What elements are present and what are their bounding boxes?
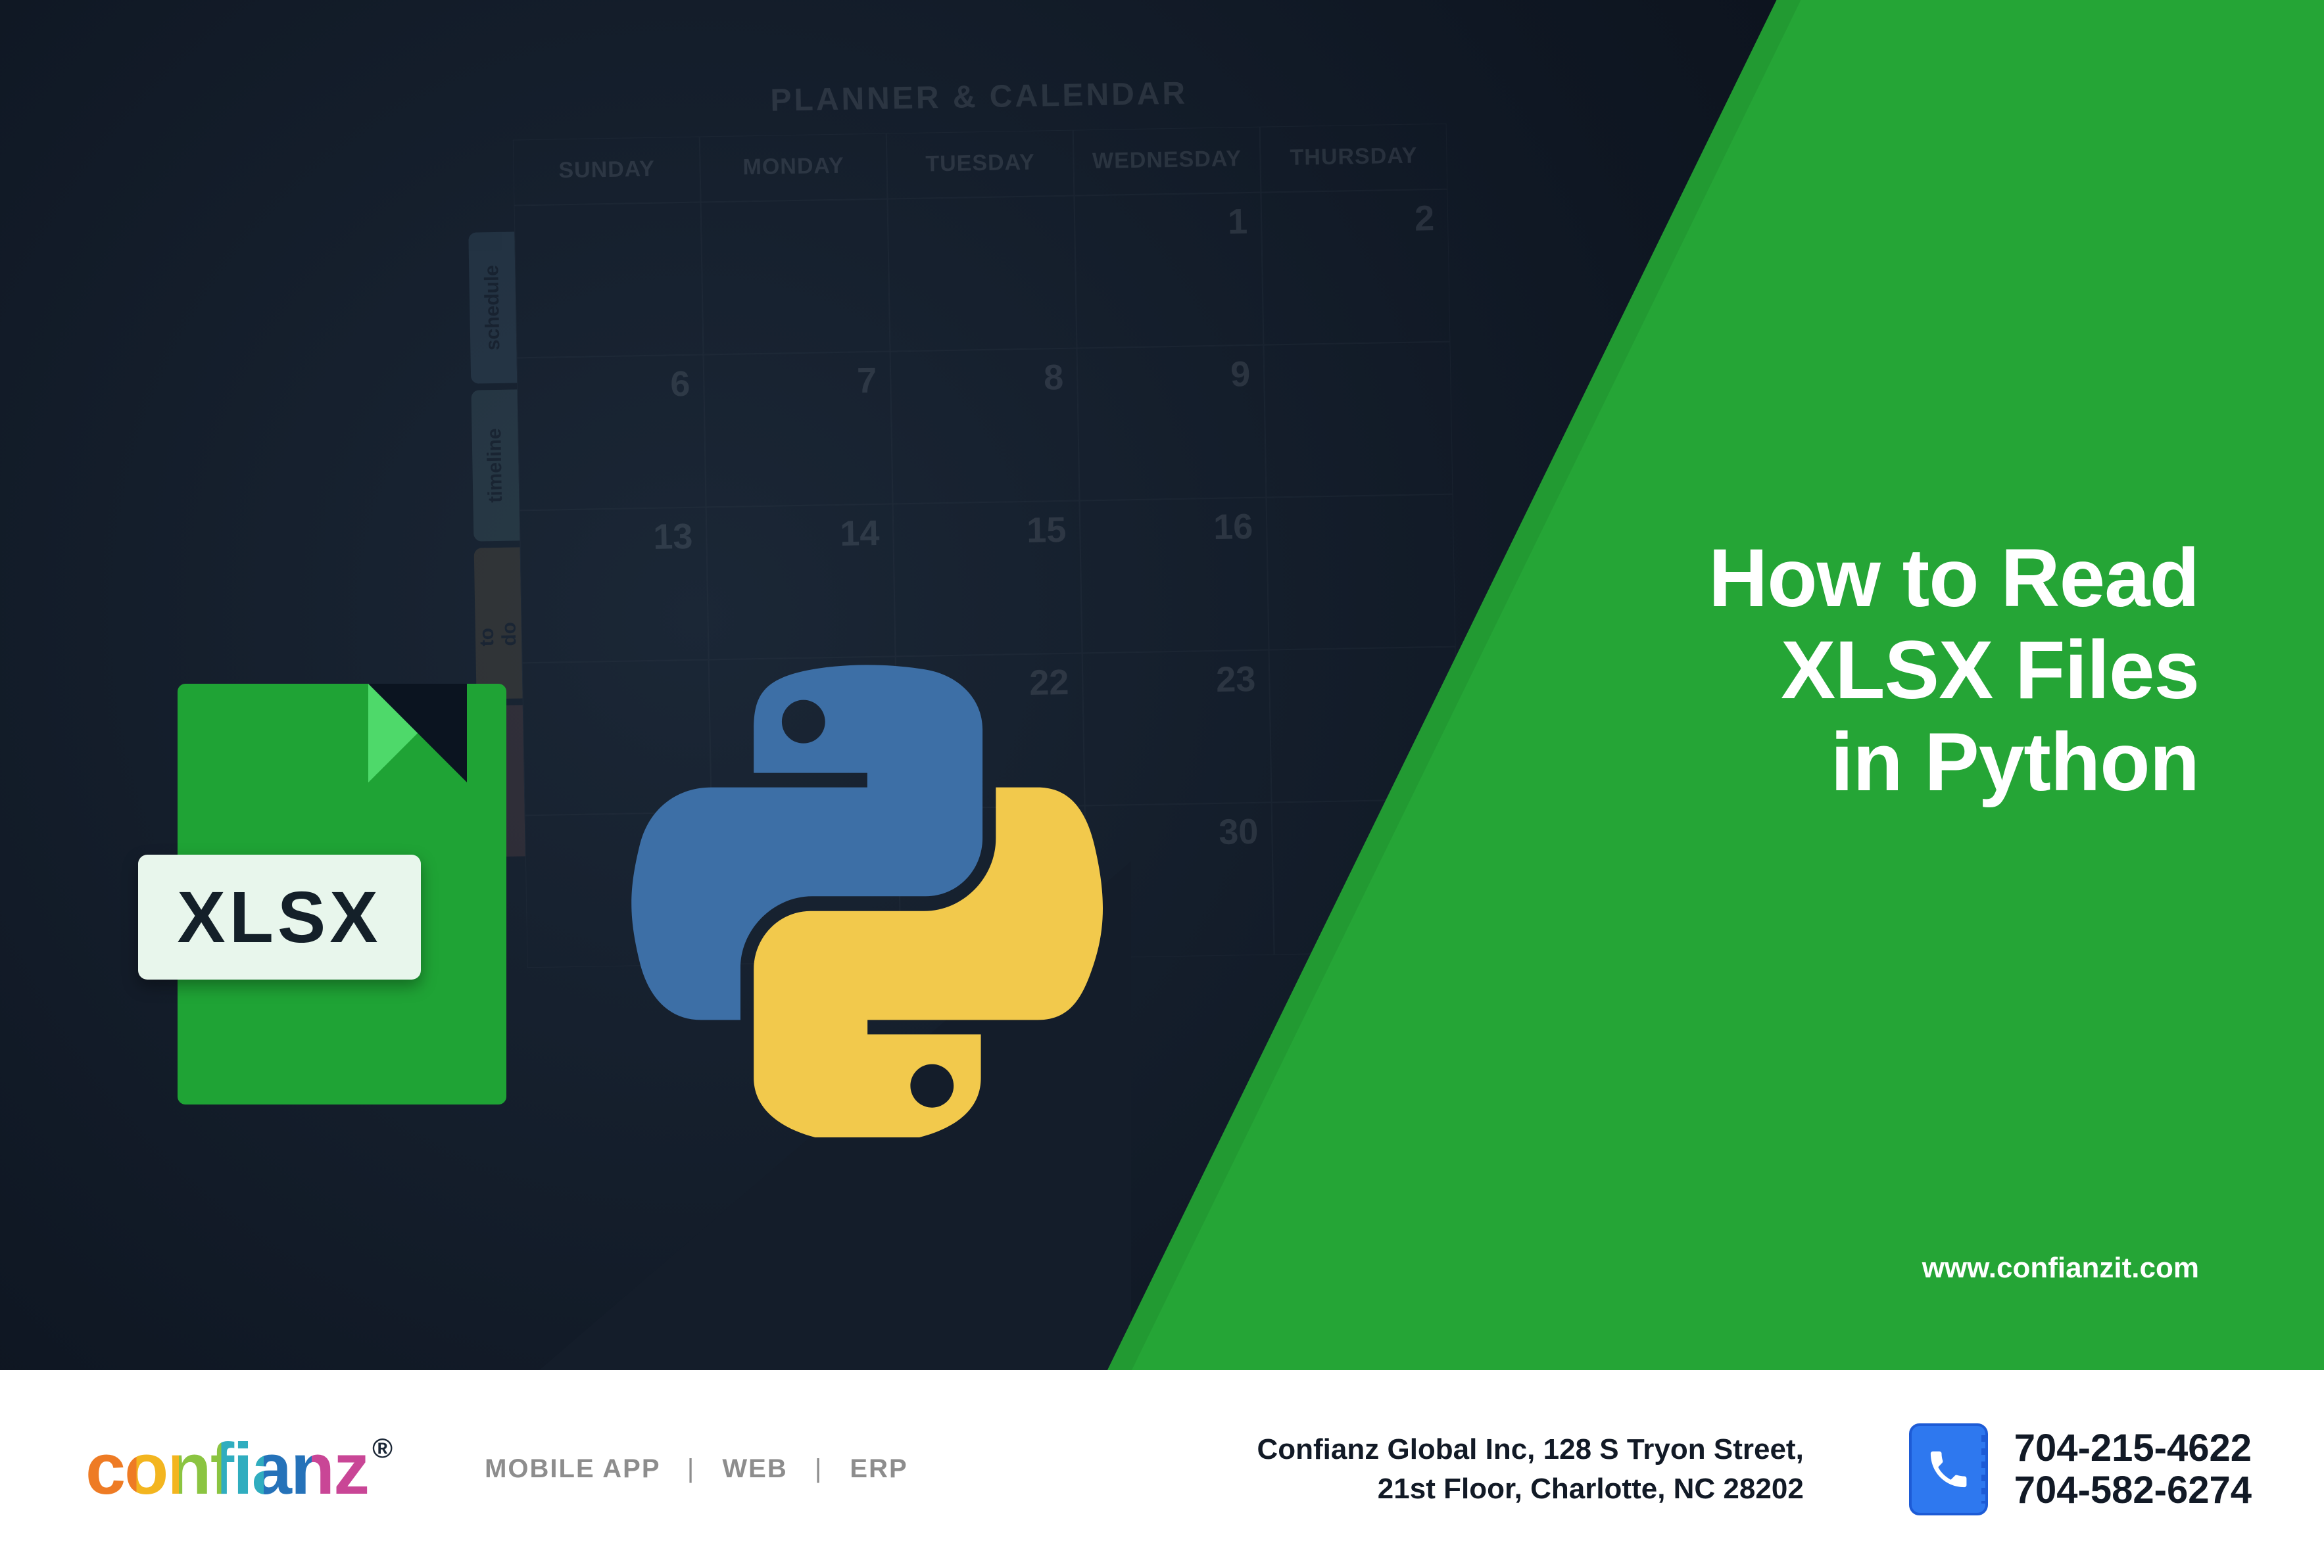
- promo-graphic: PLANNER & CALENDAR schedule timeline to …: [0, 0, 2324, 1568]
- website-url: www.confianzit.com: [1922, 1252, 2199, 1285]
- calendar-day-header: WEDNESDAY: [1073, 127, 1261, 196]
- calendar-row: 13 14 15 16: [520, 494, 1456, 663]
- calendar-cell: 2: [1261, 189, 1450, 345]
- registered-mark: ®: [372, 1433, 393, 1464]
- address-line: Confianz Global Inc, 128 S Tryon Street,: [1257, 1430, 1804, 1469]
- service-item: WEB: [722, 1454, 787, 1483]
- calendar-tab-label: timeline: [483, 428, 507, 503]
- calendar-tab: schedule: [468, 231, 517, 383]
- headline-text: How to Read XLSX Files in Python: [1515, 533, 2199, 809]
- calendar-tab-label: schedule: [481, 265, 504, 351]
- calendar-date: 16: [1213, 506, 1253, 548]
- calendar-cell: [514, 202, 704, 358]
- calendar-date: 6: [670, 364, 690, 405]
- calendar-cell: 6: [517, 354, 706, 510]
- address-line: 21st Floor, Charlotte, NC 28202: [1257, 1469, 1804, 1508]
- calendar-row: 12: [514, 189, 1451, 358]
- brand-logo: confianz ®: [85, 1427, 393, 1511]
- phone-icon: [1909, 1423, 1988, 1515]
- calendar-cell: [701, 199, 890, 355]
- calendar-day-header: TUESDAY: [886, 130, 1075, 199]
- calendar-title: PLANNER & CALENDAR: [512, 71, 1446, 124]
- service-item: ERP: [850, 1454, 908, 1483]
- calendar-date: 8: [1044, 357, 1064, 398]
- separator: |: [687, 1454, 695, 1483]
- calendar-row: 6 7 8 9: [517, 342, 1453, 511]
- calendar-tab-label: to do: [475, 600, 521, 646]
- python-logo-icon: [631, 664, 1105, 1137]
- phone-block: 704-215-4622 704-582-6274: [1909, 1423, 2252, 1515]
- services-list: MOBILE APP | WEB | ERP: [485, 1454, 908, 1484]
- phone-number: 704-582-6274: [2014, 1469, 2252, 1511]
- calendar-cell: [1263, 342, 1453, 498]
- calendar-cell: 14: [706, 504, 896, 659]
- calendar-cell: [1266, 494, 1455, 650]
- footer-bar: confianz ® MOBILE APP | WEB | ERP Confia…: [0, 1370, 2324, 1568]
- calendar-cell: [887, 196, 1077, 352]
- xlsx-file-fold: [368, 684, 467, 782]
- hero-area: PLANNER & CALENDAR schedule timeline to …: [0, 0, 2324, 1370]
- calendar-date: 13: [653, 516, 693, 558]
- calendar-date: 30: [1219, 811, 1259, 853]
- calendar-date: 15: [1027, 510, 1067, 551]
- calendar-date: 14: [840, 513, 880, 554]
- calendar-day-header: SUNDAY: [513, 137, 701, 206]
- calendar-date: 1: [1228, 201, 1248, 243]
- calendar-date: 9: [1230, 354, 1251, 395]
- xlsx-file-icon: XLSX: [138, 684, 506, 1144]
- calendar-day-header: THURSDAY: [1260, 124, 1448, 193]
- calendar-cell: 1: [1074, 193, 1263, 348]
- brand-wordmark: confianz: [85, 1427, 368, 1511]
- calendar-day-header: MONDAY: [700, 133, 888, 202]
- calendar-cell: 9: [1077, 345, 1266, 501]
- calendar-cell: 13: [520, 507, 709, 663]
- headline-line: in Python: [1515, 717, 2199, 809]
- calendar-cell: 8: [890, 348, 1080, 504]
- calendar-tab: timeline: [471, 389, 520, 541]
- calendar-date: 7: [857, 360, 877, 402]
- calendar-cell: 23: [1082, 650, 1272, 806]
- xlsx-file-label: XLSX: [138, 855, 421, 980]
- headline-line: XLSX Files: [1515, 625, 2199, 717]
- phone-numbers: 704-215-4622 704-582-6274: [2014, 1427, 2252, 1511]
- service-item: MOBILE APP: [485, 1454, 660, 1483]
- calendar-date: 23: [1216, 659, 1256, 700]
- calendar-cell: 16: [1080, 498, 1269, 653]
- company-address: Confianz Global Inc, 128 S Tryon Street,…: [1257, 1430, 1804, 1508]
- separator: |: [815, 1454, 823, 1483]
- calendar-date: 2: [1415, 198, 1435, 239]
- calendar-cell: 7: [704, 352, 893, 508]
- headline-line: How to Read: [1515, 533, 2199, 625]
- calendar-tab: to do: [474, 547, 523, 699]
- phone-number: 704-215-4622: [2014, 1427, 2252, 1469]
- calendar-cell: 15: [893, 501, 1082, 657]
